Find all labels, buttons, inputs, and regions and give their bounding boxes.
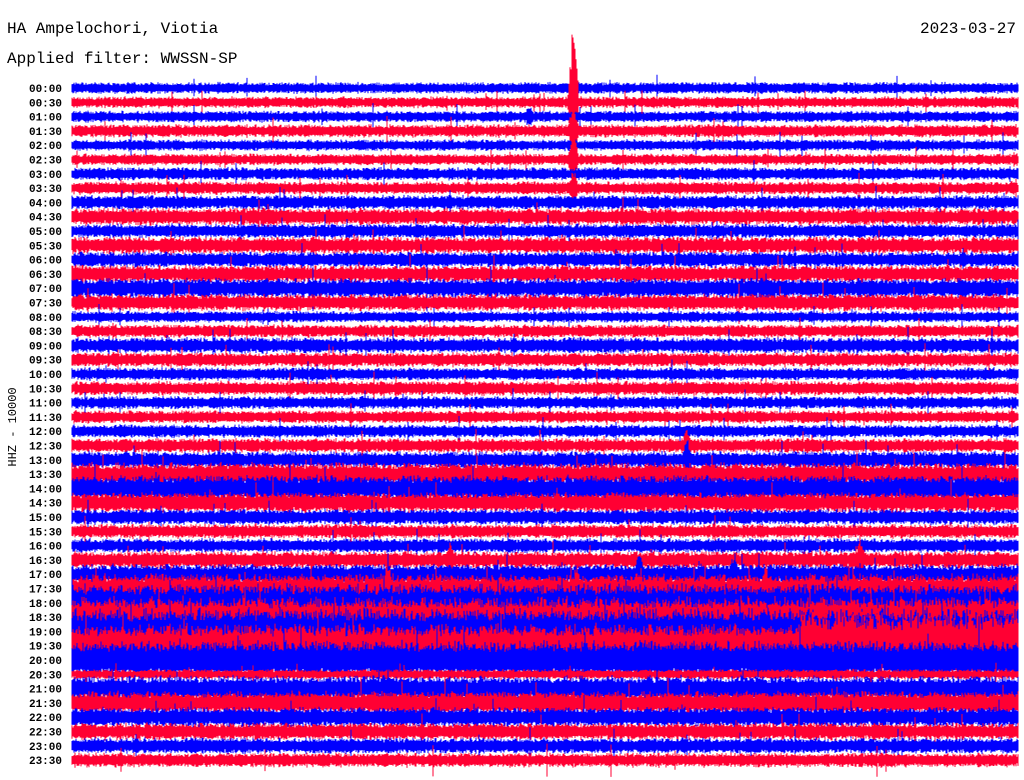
time-tick-label: 21:30 <box>29 699 62 711</box>
time-tick-label: 00:30 <box>29 98 62 110</box>
time-tick-label: 07:00 <box>29 284 62 296</box>
time-tick-label: 11:00 <box>29 399 62 411</box>
time-tick-label: 20:00 <box>29 656 62 668</box>
time-tick-label: 14:30 <box>29 499 62 511</box>
time-tick-label: 10:00 <box>29 370 62 382</box>
time-tick-label: 15:30 <box>29 527 62 539</box>
time-tick-label: 01:00 <box>29 113 62 125</box>
time-tick-label: 23:30 <box>29 756 62 768</box>
time-tick-label: 18:30 <box>29 613 62 625</box>
trace-0230 <box>71 130 1019 190</box>
time-tick-label: 20:30 <box>29 670 62 682</box>
time-tick-label: 17:30 <box>29 585 62 597</box>
time-tick-label: 19:00 <box>29 627 62 639</box>
time-tick-label: 05:30 <box>29 241 62 253</box>
time-tick-label: 01:30 <box>29 127 62 139</box>
time-tick-label: 23:00 <box>29 742 62 754</box>
time-tick-label: 13:00 <box>29 456 62 468</box>
time-tick-label: 14:00 <box>29 484 62 496</box>
time-tick-label: 09:30 <box>29 356 62 368</box>
time-tick-label: 03:00 <box>29 170 62 182</box>
time-tick-label: 04:00 <box>29 198 62 210</box>
time-tick-label: 10:30 <box>29 384 62 396</box>
time-tick-label: 12:30 <box>29 442 62 454</box>
time-tick-label: 16:00 <box>29 542 62 554</box>
time-tick-label: 11:30 <box>29 413 62 425</box>
time-tick-label: 19:30 <box>29 642 62 654</box>
time-tick-label: 08:00 <box>29 313 62 325</box>
time-tick-label: 08:30 <box>29 327 62 339</box>
time-tick-label: 03:30 <box>29 184 62 196</box>
time-tick-label: 04:30 <box>29 213 62 225</box>
time-tick-label: 15:00 <box>29 513 62 525</box>
time-tick-label: 09:00 <box>29 341 62 353</box>
time-tick-label: 17:00 <box>29 570 62 582</box>
time-tick-label: 16:30 <box>29 556 62 568</box>
time-tick-label: 18:00 <box>29 599 62 611</box>
time-tick-label: 12:00 <box>29 427 62 439</box>
time-tick-label: 06:00 <box>29 256 62 268</box>
time-tick-label: 06:30 <box>29 270 62 282</box>
time-tick-label: 05:00 <box>29 227 62 239</box>
time-tick-label: 21:00 <box>29 685 62 697</box>
time-tick-label: 02:00 <box>29 141 62 153</box>
trace-0000 <box>71 74 1019 101</box>
time-tick-label: 22:30 <box>29 728 62 740</box>
time-tick-label: 22:00 <box>29 713 62 725</box>
time-tick-label: 00:00 <box>29 84 62 96</box>
time-tick-label: 07:30 <box>29 299 62 311</box>
time-tick-label: 13:30 <box>29 470 62 482</box>
time-tick-label: 02:30 <box>29 156 62 168</box>
helicorder-plot: 00:00 00:30 01:00 01:30 02:00 02:30 03:00 03:30… <box>29 34 1019 777</box>
